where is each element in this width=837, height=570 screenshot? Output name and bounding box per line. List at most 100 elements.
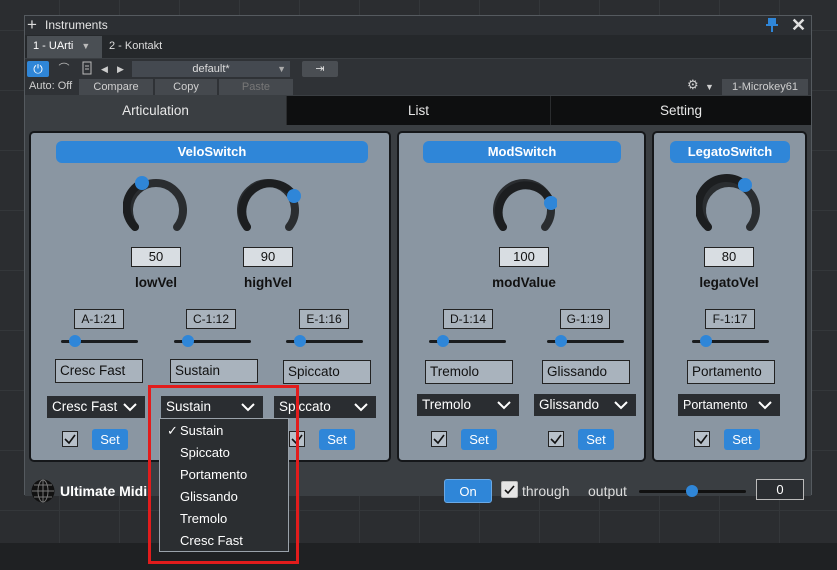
plugin-tab-label: 1 - UArti: [33, 40, 74, 52]
legatoswitch-panel: LegatoSwitch 80 legatoVel F-1:17 Portame…: [652, 131, 807, 462]
legatoswitch-title[interactable]: LegatoSwitch: [670, 141, 790, 163]
globe-logo-icon: [31, 479, 55, 503]
articulation-name-box[interactable]: Glissando: [542, 360, 630, 384]
window-titlebar: + Instruments ✕: [25, 15, 811, 36]
instruments-window: + Instruments ✕ 1 - UArti ▼ 2 - Kontakt ⏻…: [24, 15, 812, 503]
plugin-tab-kontakt[interactable]: 2 - Kontakt: [103, 36, 173, 58]
note-slider[interactable]: [61, 334, 138, 348]
set-button[interactable]: Set: [578, 429, 614, 450]
footer-bar: Ultimate Midi On through output 0: [25, 465, 811, 503]
articulation-content: VeloSwitch 50 lowVel 90 highVel A-1:21 C…: [25, 125, 811, 503]
output-slider[interactable]: [639, 485, 746, 497]
articulation-name-box[interactable]: Spiccato: [283, 360, 371, 384]
modvalue-knob[interactable]: [491, 173, 557, 239]
tab-articulation[interactable]: Articulation: [25, 96, 287, 125]
enable-checkbox[interactable]: [694, 431, 710, 447]
window-title: Instruments: [45, 18, 108, 32]
modswitch-title[interactable]: ModSwitch: [423, 141, 621, 163]
compare-button[interactable]: Compare: [79, 79, 153, 95]
note-slider[interactable]: [429, 334, 506, 348]
chevron-down-icon[interactable]: ▼: [705, 82, 714, 92]
articulation-select[interactable]: Cresc Fast: [47, 396, 145, 418]
articulation-name-box[interactable]: Tremolo: [425, 360, 513, 384]
plugin-tab-uarti[interactable]: 1 - UArti ▼: [27, 36, 102, 58]
note-slider[interactable]: [692, 334, 769, 348]
enable-checkbox[interactable]: [431, 431, 447, 447]
power-button[interactable]: ⏻: [27, 61, 49, 77]
highvel-knob[interactable]: [235, 173, 301, 239]
brand-name: Ultimate Midi: [60, 483, 148, 499]
chevron-down-icon[interactable]: ▼: [81, 41, 90, 51]
note-box[interactable]: F-1:17: [705, 309, 755, 329]
articulation-name-box[interactable]: Portamento: [687, 360, 775, 384]
plugin-labels-row: Auto: Off Compare Copy Paste ⚙ ▼ 1-Micro…: [25, 77, 811, 95]
articulation-select-value: Cresc Fast: [52, 399, 118, 414]
next-preset-icon[interactable]: ▶: [117, 61, 129, 77]
auto-label[interactable]: Auto: Off: [29, 80, 72, 92]
highlight-box: [148, 385, 299, 564]
close-icon[interactable]: ✕: [791, 15, 806, 36]
chevron-down-icon: [497, 401, 511, 410]
set-button[interactable]: Set: [724, 429, 760, 450]
note-box[interactable]: G-1:19: [560, 309, 610, 329]
through-label: through: [522, 483, 570, 499]
articulation-select-value: Portamento: [683, 398, 748, 412]
preset-name: default*: [192, 63, 230, 75]
tab-setting[interactable]: Setting: [551, 96, 811, 125]
set-button[interactable]: Set: [92, 429, 128, 450]
plugin-tabs: 1 - UArti ▼ 2 - Kontakt: [25, 35, 811, 58]
articulation-select[interactable]: Portamento: [678, 394, 780, 416]
chevron-down-icon: [758, 401, 772, 410]
plugin-tab-label: 2 - Kontakt: [109, 40, 163, 52]
legatovel-knob[interactable]: [696, 173, 762, 239]
articulation-select-value: Tremolo: [422, 397, 472, 412]
on-button[interactable]: On: [444, 479, 492, 503]
add-icon[interactable]: +: [27, 16, 37, 34]
set-button[interactable]: Set: [461, 429, 497, 450]
document-icon[interactable]: [82, 61, 96, 77]
note-slider[interactable]: [286, 334, 363, 348]
chevron-down-icon: [614, 401, 628, 410]
monitor-icon[interactable]: ⌒: [53, 61, 75, 77]
articulation-name-box[interactable]: Sustain: [170, 359, 258, 383]
chevron-down-icon: ▼: [277, 64, 286, 74]
highvel-value[interactable]: 90: [243, 247, 293, 267]
modvalue-label: modValue: [492, 275, 556, 290]
note-slider[interactable]: [174, 334, 251, 348]
preset-select[interactable]: default* ▼: [132, 61, 290, 77]
modswitch-panel: ModSwitch 100 modValue D-1:14 Tremolo Tr…: [397, 131, 646, 462]
articulation-select[interactable]: Glissando: [534, 394, 636, 416]
tab-list[interactable]: List: [287, 96, 551, 125]
gear-icon[interactable]: ⚙: [687, 77, 699, 93]
note-box[interactable]: E-1:16: [299, 309, 349, 329]
lowvel-value[interactable]: 50: [131, 247, 181, 267]
chevron-down-icon: [354, 403, 368, 412]
device-select[interactable]: 1-Microkey61: [722, 79, 808, 95]
plugin-toolbar: ⏻ ⌒ ◀ ▶ default* ▼ ⇥: [25, 59, 811, 79]
legatovel-label: legatoVel: [699, 275, 759, 290]
lowvel-label: lowVel: [134, 275, 178, 290]
copy-button[interactable]: Copy: [155, 79, 217, 95]
enable-checkbox[interactable]: [62, 431, 78, 447]
lowvel-knob[interactable]: [123, 173, 189, 239]
modvalue-value[interactable]: 100: [499, 247, 549, 267]
output-value[interactable]: 0: [756, 479, 804, 500]
note-box[interactable]: D-1:14: [443, 309, 493, 329]
enable-checkbox[interactable]: [548, 431, 564, 447]
output-label: output: [588, 483, 627, 499]
legatovel-value[interactable]: 80: [704, 247, 754, 267]
send-to-track-icon[interactable]: ⇥: [302, 61, 338, 77]
highvel-label: highVel: [243, 275, 292, 290]
prev-preset-icon[interactable]: ◀: [101, 61, 113, 77]
paste-button[interactable]: Paste: [219, 79, 293, 95]
note-box[interactable]: A-1:21: [74, 309, 124, 329]
veloswitch-title[interactable]: VeloSwitch: [56, 141, 368, 163]
articulation-name-box[interactable]: Cresc Fast: [55, 359, 143, 383]
pin-icon[interactable]: [765, 17, 779, 33]
articulation-select[interactable]: Tremolo: [417, 394, 519, 416]
through-checkbox[interactable]: [501, 481, 518, 498]
articulation-select-value: Glissando: [539, 397, 600, 412]
set-button[interactable]: Set: [319, 429, 355, 450]
note-slider[interactable]: [547, 334, 624, 348]
note-box[interactable]: C-1:12: [186, 309, 236, 329]
